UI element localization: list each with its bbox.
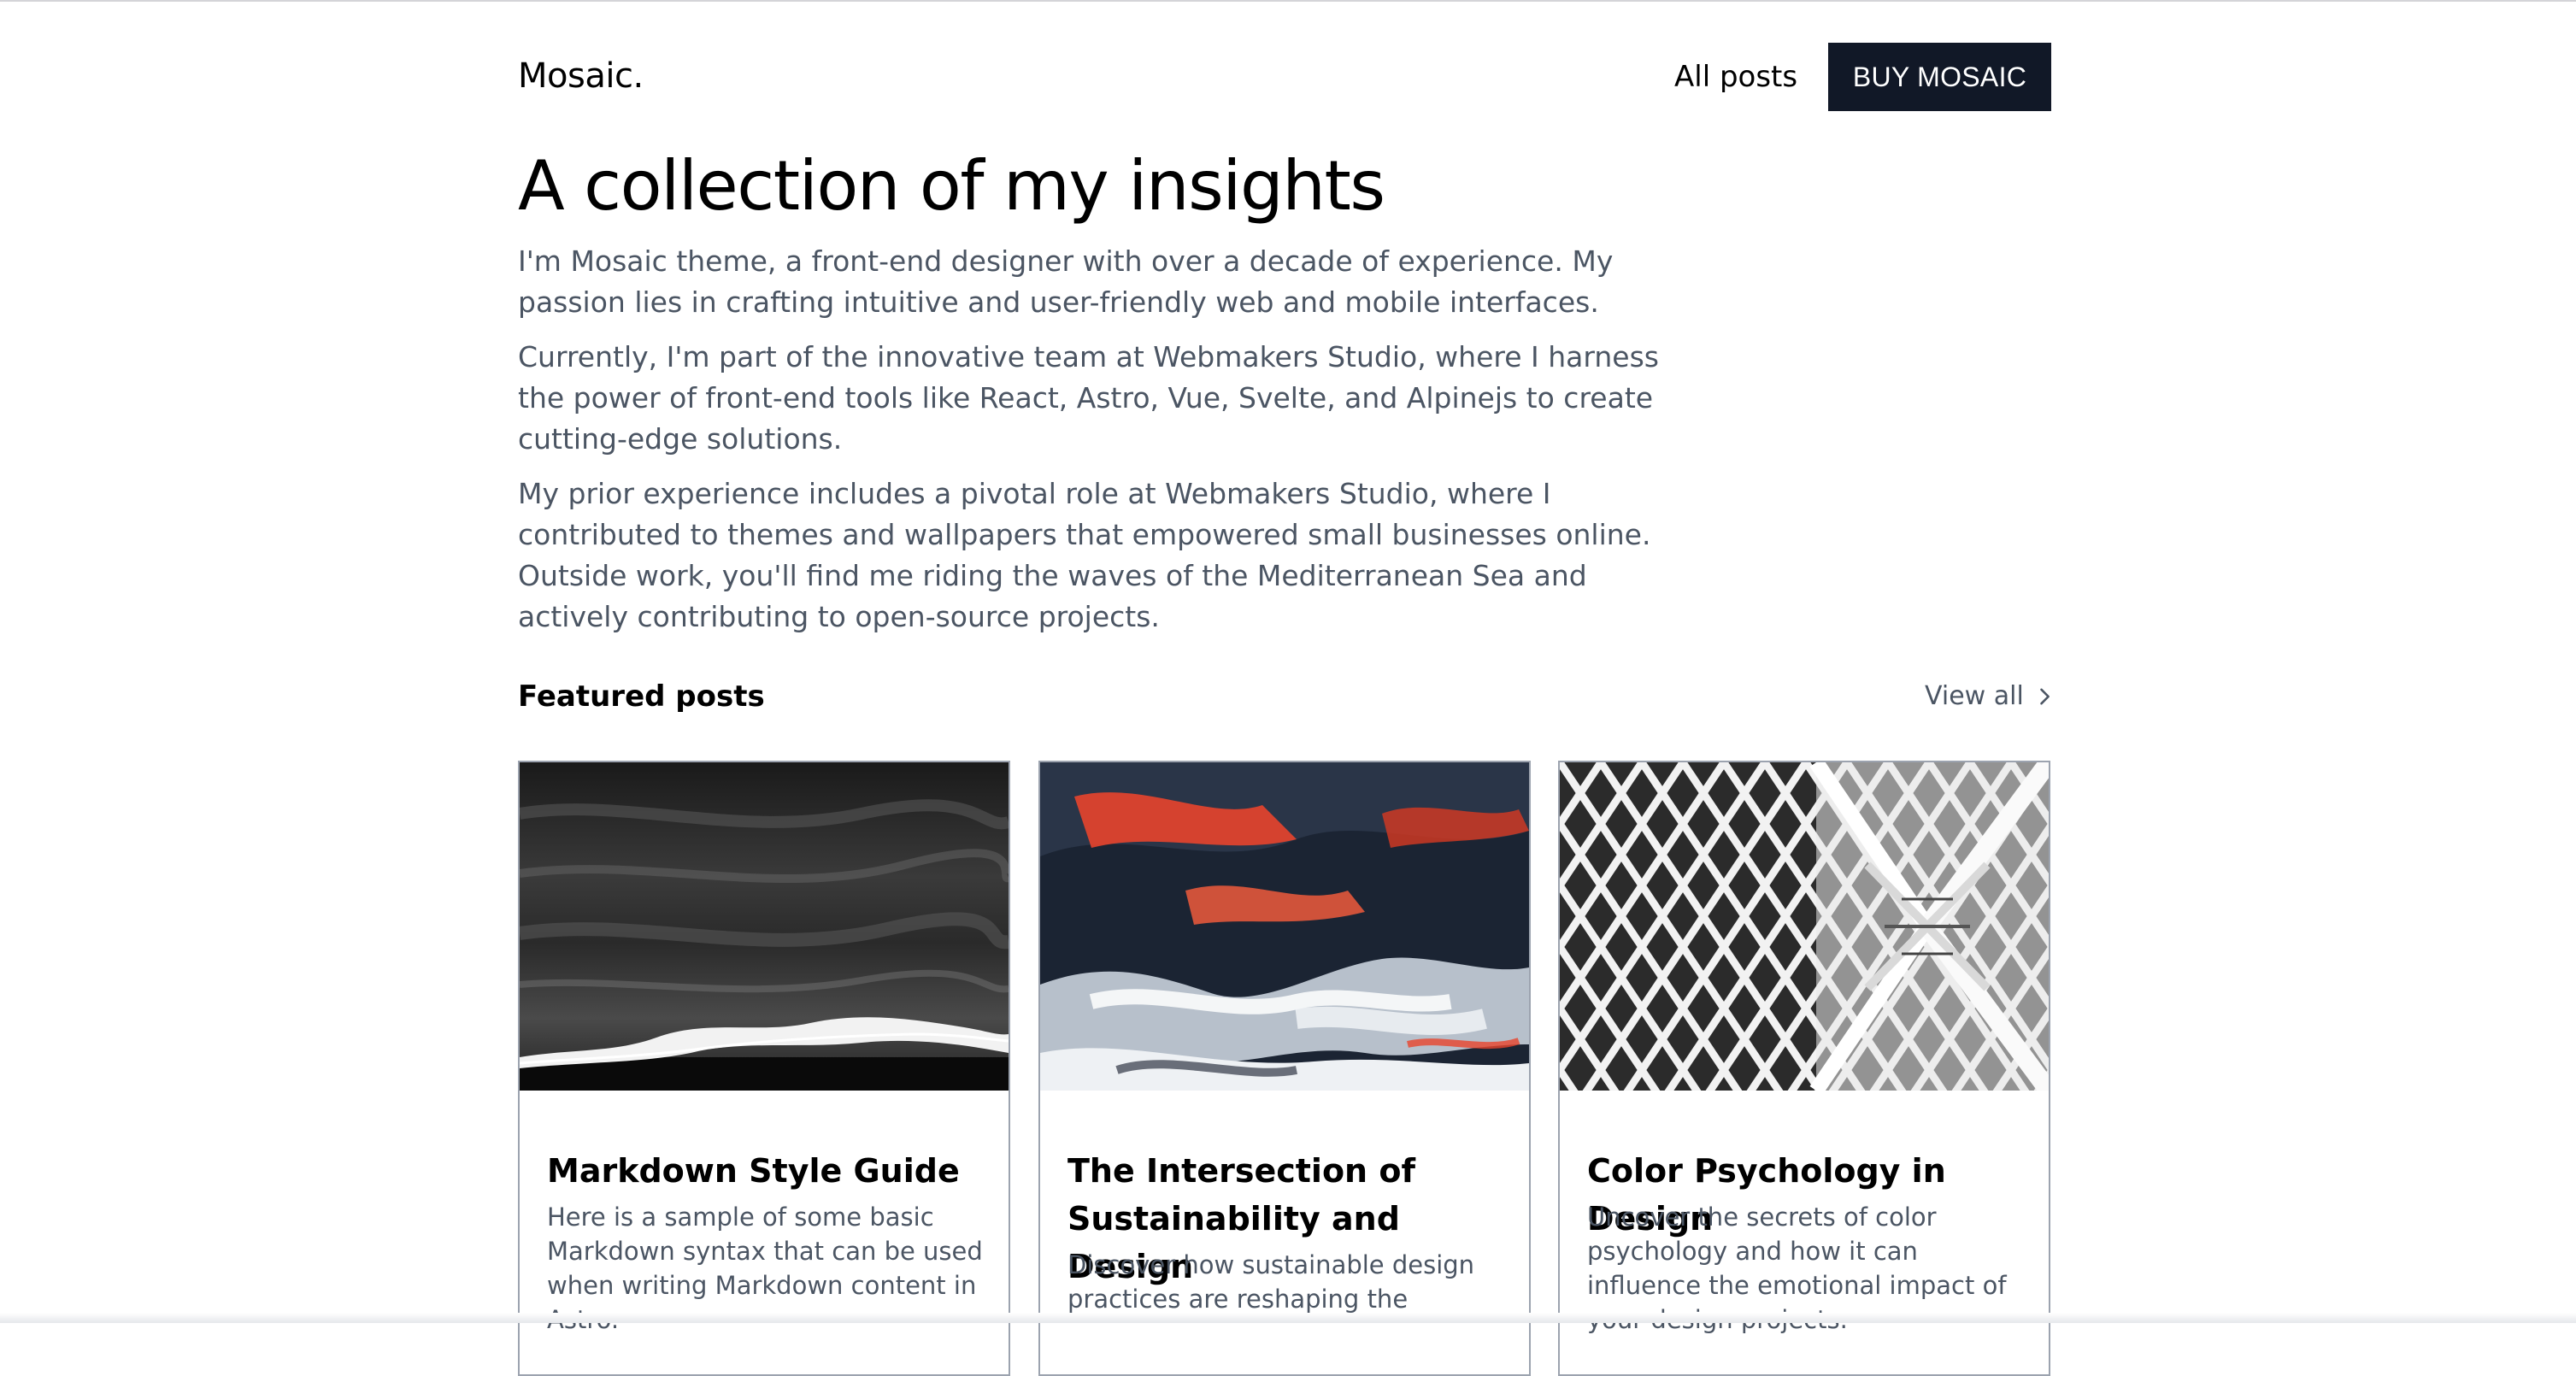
intro-paragraph-1: I'm Mosaic theme, a front-end designer w… bbox=[518, 244, 1614, 319]
bottom-edge-shadow bbox=[0, 1313, 2576, 1323]
site-header: Mosaic. All posts BUY MOSAIC bbox=[518, 43, 2051, 111]
chevron-right-icon bbox=[2039, 688, 2050, 704]
site-logo[interactable]: Mosaic. bbox=[518, 56, 644, 96]
view-all-link[interactable]: View all bbox=[1925, 681, 2056, 711]
post-thumbnail-ocean-waves[interactable] bbox=[520, 762, 1009, 1091]
post-title[interactable]: Markdown Style Guide bbox=[547, 1147, 991, 1195]
view-all-label: View all bbox=[1925, 681, 2024, 711]
buy-mosaic-button[interactable]: BUY MOSAIC bbox=[1828, 43, 2051, 111]
intro-paragraph-3: My prior experience includes a pivotal r… bbox=[518, 477, 1651, 633]
page-title: A collection of my insights bbox=[518, 146, 1385, 226]
featured-posts-heading: Featured posts bbox=[518, 679, 765, 714]
intro-paragraph-2: Currently, I'm part of the innovative te… bbox=[518, 340, 1659, 456]
page-container: Mosaic. All posts BUY MOSAIC A collectio… bbox=[518, 0, 2051, 1376]
post-card[interactable]: Markdown Style Guide Here is a sample of… bbox=[518, 761, 1010, 1376]
post-thumbnail-abstract-paint[interactable] bbox=[1040, 762, 1529, 1091]
post-excerpt: Discover how sustainable design practice… bbox=[1067, 1250, 1475, 1314]
post-card[interactable]: The Intersection of Sustainability and D… bbox=[1038, 761, 1531, 1376]
post-card[interactable]: Color Psychology in Design Uncover the s… bbox=[1558, 761, 2050, 1376]
post-thumbnail-architecture-lattice[interactable] bbox=[1560, 762, 2049, 1091]
nav-all-posts-link[interactable]: All posts bbox=[1674, 60, 1797, 94]
